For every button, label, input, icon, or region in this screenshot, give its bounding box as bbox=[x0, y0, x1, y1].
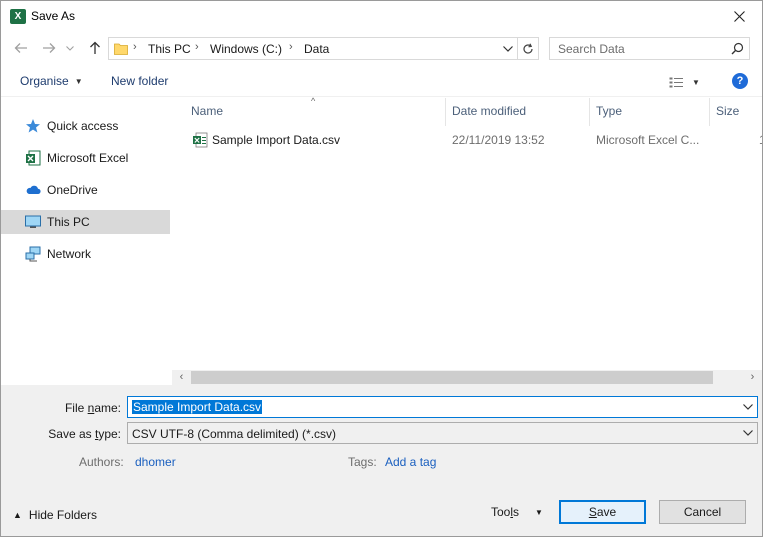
command-bar: Organise ▼ New folder ▼ ? bbox=[1, 65, 762, 97]
caret-up-icon: ▲ bbox=[13, 510, 22, 520]
chevron-down-icon bbox=[743, 404, 753, 410]
sidebar-item-label: This PC bbox=[47, 215, 90, 229]
sidebar-item-label: Quick access bbox=[47, 119, 119, 133]
network-icon bbox=[25, 246, 41, 262]
file-name: Sample Import Data.csv bbox=[212, 133, 341, 147]
file-date-modified: 22/11/2019 13:52 bbox=[452, 133, 545, 147]
file-size: 1 bbox=[759, 133, 762, 147]
file-name-dropdown-button[interactable] bbox=[742, 401, 754, 413]
search-icon[interactable] bbox=[731, 42, 744, 55]
chevron-down-icon bbox=[503, 46, 513, 52]
forward-button[interactable] bbox=[39, 38, 59, 58]
organise-menu[interactable]: Organise ▼ bbox=[20, 74, 83, 88]
address-dropdown-button[interactable] bbox=[501, 41, 515, 57]
save-button[interactable]: Save bbox=[559, 500, 646, 524]
breadcrumb-this-pc[interactable]: This PC bbox=[148, 42, 191, 56]
breadcrumb-separator: › bbox=[195, 41, 199, 53]
tags-value[interactable]: Add a tag bbox=[385, 455, 436, 469]
authors-value[interactable]: dhomer bbox=[135, 455, 176, 469]
column-header-size[interactable]: Size bbox=[716, 104, 739, 118]
computer-icon bbox=[25, 215, 41, 228]
save-as-dialog: X Save As › This PC › Windows (C:) › Dat… bbox=[0, 0, 763, 537]
file-name-input[interactable]: Sample Import Data.csv bbox=[127, 396, 758, 418]
arrow-left-icon bbox=[14, 43, 27, 53]
hide-folders-button[interactable]: ▲ Hide Folders bbox=[13, 508, 97, 522]
sidebar-item-this-pc[interactable]: This PC bbox=[1, 210, 170, 234]
dialog-title: Save As bbox=[31, 9, 76, 23]
scrollbar-thumb[interactable] bbox=[191, 371, 713, 384]
sidebar-item-onedrive[interactable]: OneDrive bbox=[1, 178, 170, 202]
chevron-down-icon bbox=[66, 45, 74, 51]
column-header-type[interactable]: Type bbox=[596, 104, 622, 118]
search-box[interactable]: Search Data bbox=[549, 37, 750, 60]
file-row[interactable]: Sample Import Data.csv 22/11/2019 13:52 … bbox=[188, 128, 762, 152]
column-divider[interactable] bbox=[709, 98, 710, 126]
scroll-right-arrow-icon[interactable]: › bbox=[745, 371, 760, 384]
save-as-type-label: Save as type: bbox=[48, 427, 121, 441]
refresh-icon bbox=[523, 43, 533, 54]
sidebar-item-microsoft-excel[interactable]: Microsoft Excel bbox=[1, 146, 170, 170]
column-header-name[interactable]: Name bbox=[191, 104, 223, 118]
new-folder-button[interactable]: New folder bbox=[111, 74, 168, 88]
address-bar[interactable]: › This PC › Windows (C:) › Data bbox=[108, 37, 518, 60]
sidebar-item-label: OneDrive bbox=[47, 183, 98, 197]
caret-down-icon: ▼ bbox=[74, 77, 83, 86]
file-name-value: Sample Import Data.csv bbox=[132, 400, 263, 414]
help-button[interactable]: ? bbox=[732, 73, 748, 89]
excel-icon bbox=[26, 150, 41, 166]
close-icon bbox=[733, 11, 745, 22]
arrow-up-icon bbox=[90, 41, 100, 54]
tags-label: Tags: bbox=[348, 455, 377, 469]
cloud-icon bbox=[26, 185, 41, 194]
file-type: Microsoft Excel C... bbox=[596, 133, 700, 147]
recent-locations-button[interactable] bbox=[63, 38, 77, 58]
save-options-panel: File name: Sample Import Data.csv Save a… bbox=[1, 385, 762, 536]
navigation-pane: Quick access Microsoft Excel OneDrive Th… bbox=[1, 98, 172, 383]
column-divider[interactable] bbox=[445, 98, 446, 126]
excel-app-icon: X bbox=[10, 9, 26, 24]
horizontal-scrollbar[interactable]: ‹ › bbox=[172, 370, 762, 385]
tools-menu[interactable]: Tools ▼ bbox=[491, 505, 543, 519]
breadcrumb-drive[interactable]: Windows (C:) bbox=[210, 42, 282, 56]
cancel-button[interactable]: Cancel bbox=[659, 500, 746, 524]
caret-down-icon: ▼ bbox=[692, 77, 700, 87]
save-as-type-value: CSV UTF-8 (Comma delimited) (*.csv) bbox=[132, 427, 337, 441]
close-button[interactable] bbox=[716, 1, 762, 32]
breadcrumb-data[interactable]: Data bbox=[304, 42, 329, 56]
authors-label: Authors: bbox=[79, 455, 124, 469]
change-view-button[interactable]: ▼ bbox=[669, 73, 709, 91]
details-view-icon bbox=[669, 77, 683, 87]
search-placeholder: Search Data bbox=[558, 42, 625, 56]
scroll-left-arrow-icon[interactable]: ‹ bbox=[174, 371, 189, 384]
organise-label: Organise bbox=[20, 74, 69, 88]
arrow-right-icon bbox=[43, 43, 56, 53]
save-as-type-select[interactable]: CSV UTF-8 (Comma delimited) (*.csv) bbox=[127, 422, 758, 444]
chevron-down-icon bbox=[743, 430, 753, 436]
csv-file-icon bbox=[193, 132, 208, 148]
back-button[interactable] bbox=[11, 38, 31, 58]
file-name-label: File name: bbox=[64, 401, 121, 415]
folder-icon bbox=[114, 43, 128, 55]
up-button[interactable] bbox=[85, 38, 105, 58]
caret-down-icon: ▼ bbox=[535, 508, 543, 517]
breadcrumb-separator: › bbox=[289, 41, 293, 53]
column-divider[interactable] bbox=[589, 98, 590, 126]
sort-ascending-icon: ^ bbox=[311, 96, 316, 106]
sidebar-item-quick-access[interactable]: Quick access bbox=[1, 114, 170, 138]
sidebar-item-network[interactable]: Network bbox=[1, 242, 170, 266]
star-icon bbox=[26, 119, 40, 133]
sidebar-item-label: Microsoft Excel bbox=[47, 151, 129, 165]
breadcrumb-separator: › bbox=[133, 41, 137, 53]
hide-folders-label: Hide Folders bbox=[28, 508, 97, 522]
sidebar-item-label: Network bbox=[47, 247, 92, 261]
column-header-date-modified[interactable]: Date modified bbox=[452, 104, 526, 118]
title-bar: X Save As bbox=[1, 1, 762, 32]
file-list: ^ Name Date modified Type Size Sample Im… bbox=[172, 96, 762, 370]
save-as-type-dropdown-button[interactable] bbox=[742, 427, 754, 439]
refresh-button[interactable] bbox=[517, 37, 539, 60]
